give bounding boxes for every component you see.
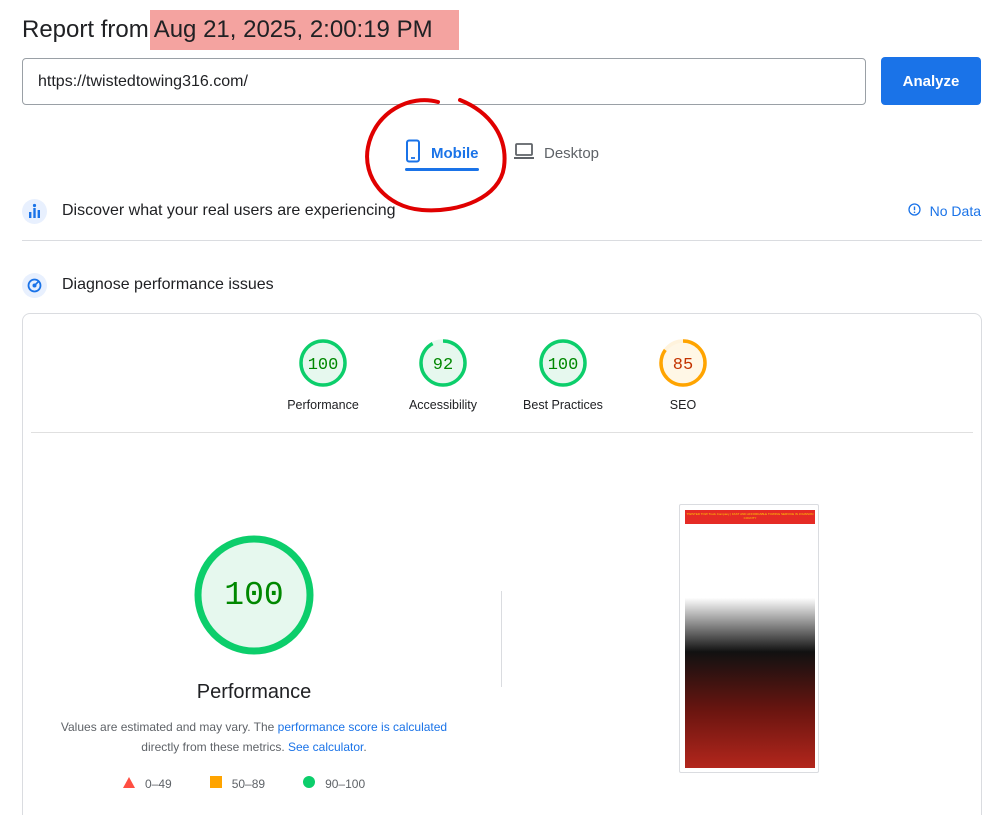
gauge-performance[interactable]: 100 Performance	[263, 338, 383, 412]
note-text-pre: Values are estimated and may vary. The	[60, 720, 278, 734]
score-legend: 0–49 50–89 90–100	[123, 776, 403, 791]
gauge-accessibility-ring: 92	[419, 339, 467, 387]
section-divider	[22, 240, 982, 241]
note-text-post: .	[363, 740, 367, 754]
legend-average: 50–89	[209, 776, 266, 791]
thumbnail-image: TWISTED TOW Truck Company | FAST AND AFF…	[685, 510, 815, 768]
gauge-performance-ring: 100	[299, 339, 347, 387]
gauge-best-practices-label: Best Practices	[523, 398, 603, 412]
diagnose-title: Diagnose performance issues	[62, 276, 274, 293]
report-date: Aug 21, 2025, 2:00:19 PM	[149, 10, 459, 50]
legend-average-range: 50–89	[231, 776, 266, 791]
performance-score-link[interactable]: performance score is calculated	[278, 720, 447, 734]
performance-note: Values are estimated and may vary. The p…	[53, 717, 455, 757]
vertical-divider	[501, 591, 502, 687]
users-chart-icon	[22, 198, 47, 224]
gauge-seo[interactable]: 85 SEO	[623, 338, 743, 412]
gauge-best-practices-ring: 100	[539, 339, 587, 387]
gauge-accessibility-label: Accessibility	[408, 398, 478, 412]
analyze-button[interactable]: Analyze	[881, 57, 981, 105]
square-icon	[209, 776, 222, 791]
report-title: Report from Aug 21, 2025, 2:00:19 PM	[22, 10, 459, 50]
page-screenshot-thumbnail[interactable]: TWISTED TOW Truck Company | FAST AND AFF…	[679, 504, 819, 773]
gauge-performance-label: Performance	[287, 398, 359, 412]
performance-heading: Performance	[196, 681, 312, 703]
triangle-icon	[123, 776, 135, 791]
note-text-mid: directly from these metrics.	[141, 740, 288, 754]
diagnose-row: Diagnose performance issues	[22, 271, 981, 299]
performance-score-large: 100	[224, 577, 283, 614]
no-data-label: No Data	[929, 203, 981, 219]
gauge-best-practices[interactable]: 100 Best Practices	[503, 338, 623, 412]
gauge-accessibility[interactable]: 92 Accessibility	[383, 338, 503, 412]
no-data-link[interactable]: No Data	[907, 203, 981, 219]
gauge-seo-value: 85	[673, 356, 693, 375]
legend-pass-range: 90–100	[325, 776, 366, 791]
tab-desktop[interactable]: Desktop	[513, 132, 599, 174]
card-divider	[31, 432, 973, 433]
tab-desktop-label: Desktop	[544, 144, 600, 162]
results-card: 100 Performance 92 Accessibility 100 Bes…	[22, 313, 982, 815]
gauge-performance-value: 100	[308, 356, 339, 375]
thumbnail-banner: TWISTED TOW Truck Company | FAST AND AFF…	[685, 510, 815, 524]
legend-fail-range: 0–49	[145, 776, 172, 791]
gauge-best-practices-value: 100	[548, 356, 579, 375]
performance-gauge-large: 100	[194, 535, 314, 655]
report-title-prefix: Report from	[22, 16, 149, 43]
legend-pass: 90–100	[303, 776, 365, 791]
lab-diagnose-icon	[22, 272, 47, 298]
gauge-seo-ring: 85	[659, 339, 707, 387]
see-calculator-link[interactable]: See calculator	[288, 740, 363, 754]
circle-icon	[303, 776, 316, 791]
info-icon	[907, 203, 921, 219]
field-data-row: Discover what your real users are experi…	[22, 197, 981, 225]
gauge-seo-label: SEO	[669, 398, 697, 412]
legend-fail: 0–49	[123, 776, 172, 791]
gauge-accessibility-value: 92	[433, 356, 453, 375]
field-data-title: Discover what your real users are experi…	[62, 202, 396, 219]
